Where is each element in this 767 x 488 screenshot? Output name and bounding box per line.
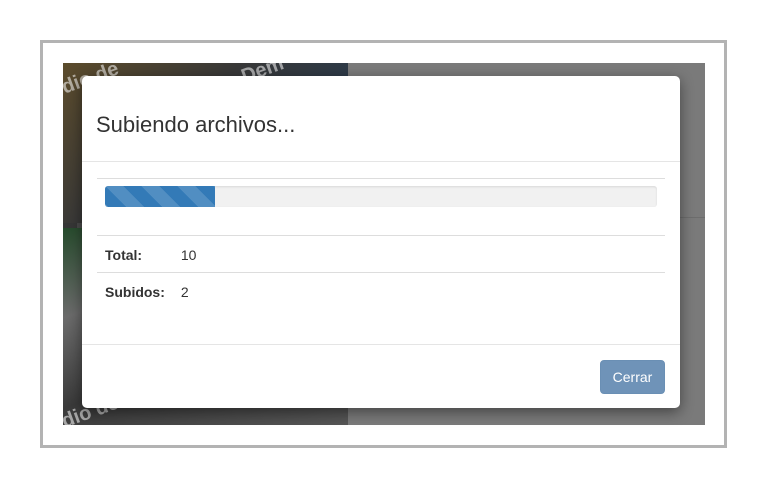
upload-modal: Subiendo archivos... Total: 10 Subidos: … <box>82 76 680 408</box>
modal-footer: Cerrar <box>82 344 680 408</box>
modal-body: Total: 10 Subidos: 2 <box>82 162 680 310</box>
modal-title: Subiendo archivos... <box>96 112 296 137</box>
modal-header: Subiendo archivos... <box>82 76 680 162</box>
table-row: Subidos: 2 <box>97 272 665 310</box>
upload-progress-fill <box>105 186 216 207</box>
stat-label-uploaded: Subidos: <box>97 272 173 310</box>
stat-value-total: 10 <box>172 235 665 273</box>
close-button[interactable]: Cerrar <box>600 360 665 394</box>
upload-progress-bar <box>105 186 657 207</box>
table-row: Total: 10 <box>97 235 665 273</box>
upload-stats-table: Total: 10 Subidos: 2 <box>97 235 665 310</box>
progress-row <box>97 178 665 235</box>
stat-value-uploaded: 2 <box>172 272 665 310</box>
stat-label-total: Total: <box>97 235 173 273</box>
